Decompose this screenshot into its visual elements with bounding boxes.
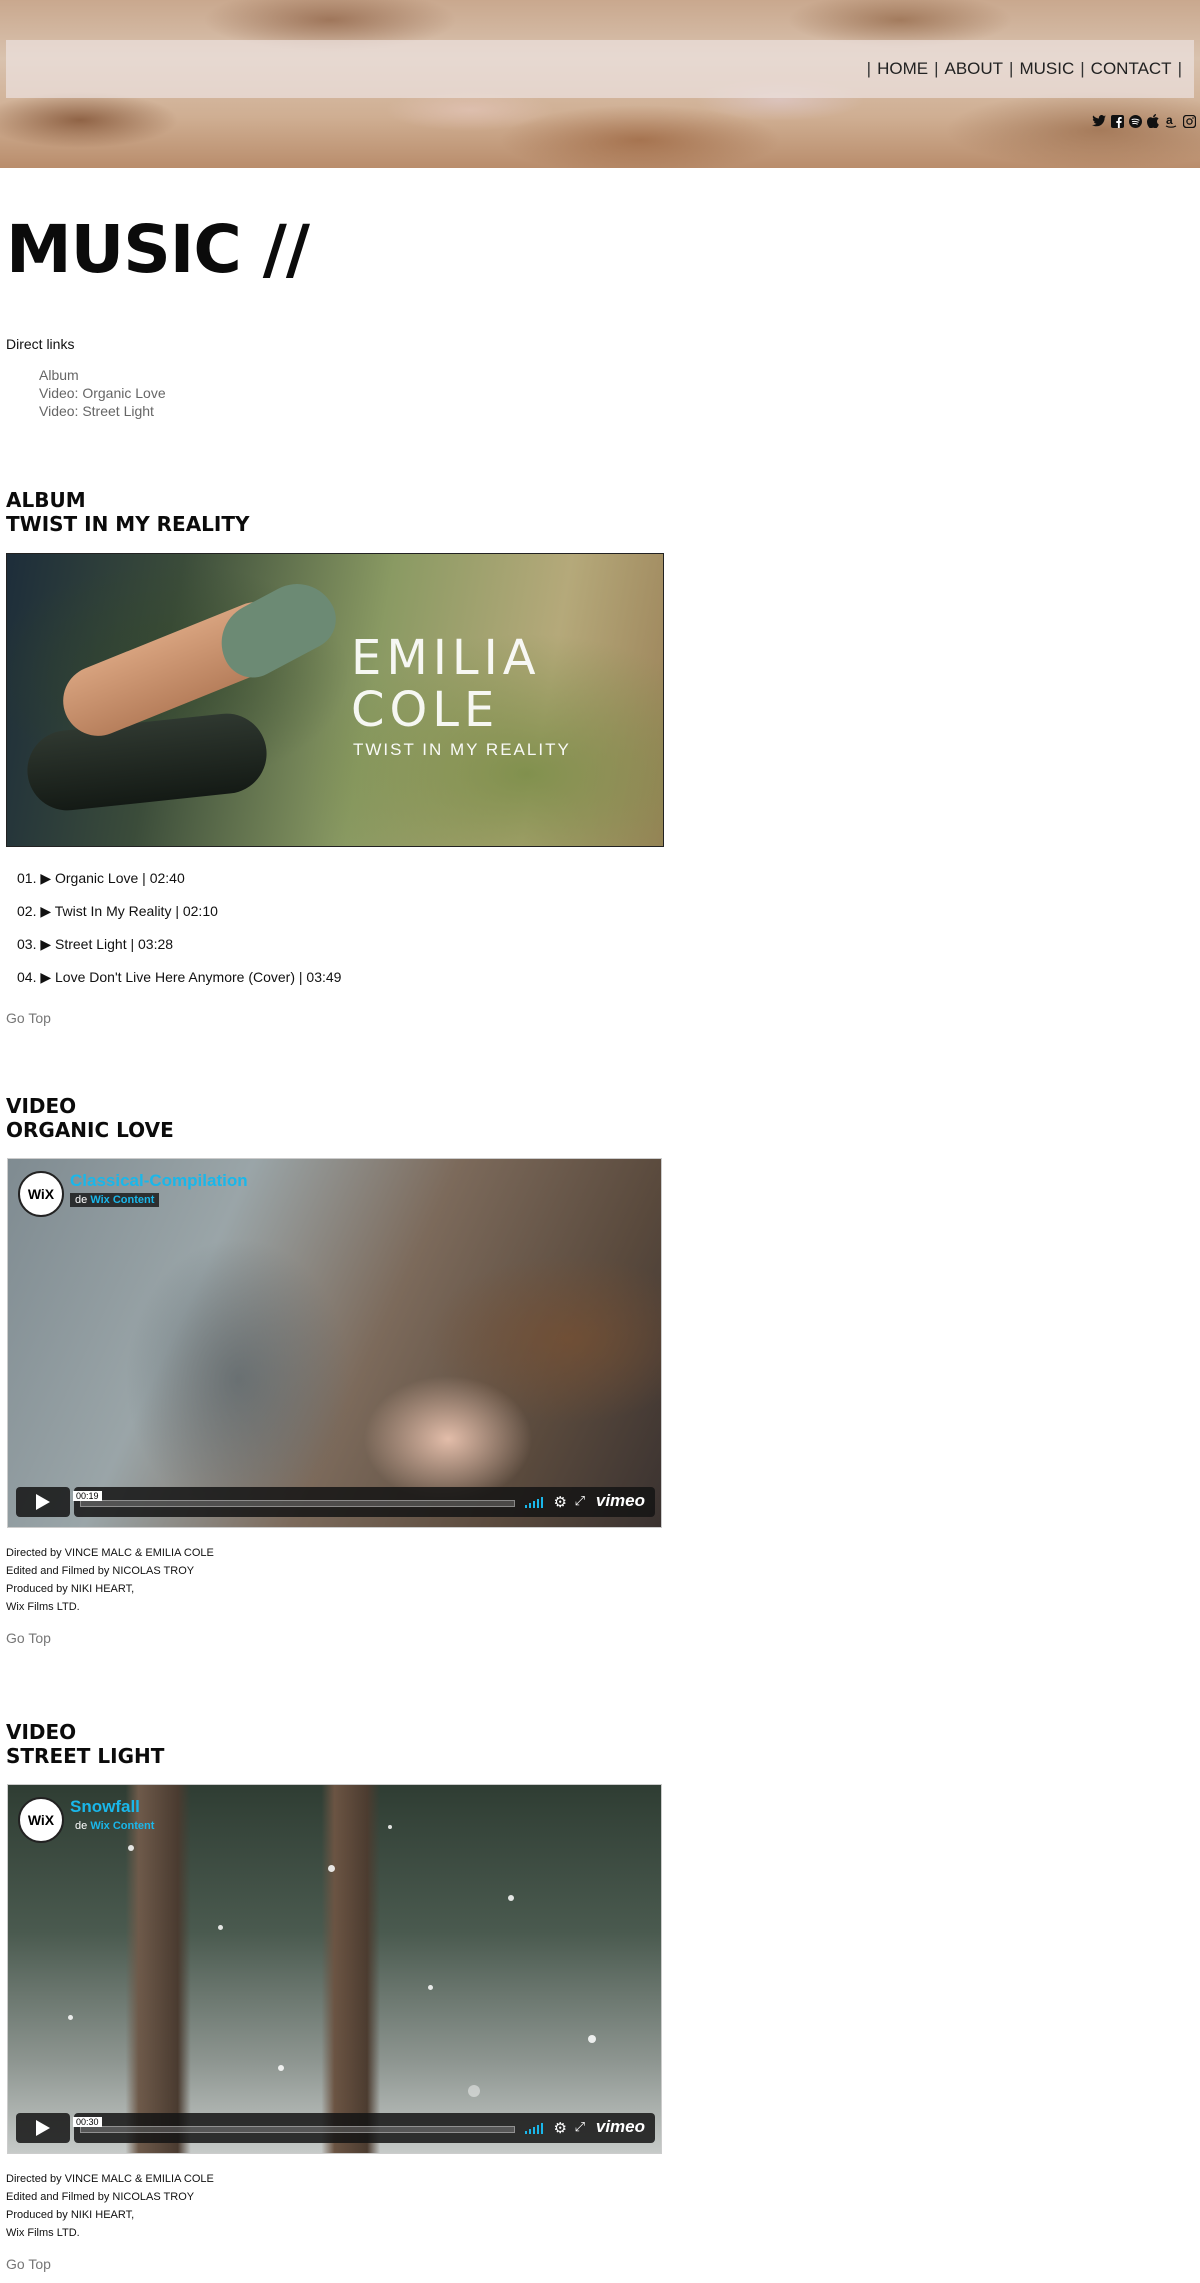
album-heading: ALBUM TWIST IN MY REALITY <box>6 488 250 536</box>
track-item[interactable]: 02. ▶ Twist In My Reality | 02:10 <box>17 903 341 936</box>
direct-links-list: Album Video: Organic Love Video: Street … <box>39 366 166 420</box>
video-byline-prefix: de <box>75 1820 88 1832</box>
video-title[interactable]: Snowfall <box>70 1797 140 1817</box>
direct-links-label: Direct links <box>6 336 75 352</box>
cover-mirror-shape <box>23 709 271 815</box>
fullscreen-icon[interactable]: ⤢ <box>575 1493 585 1509</box>
video-time: 00:19 <box>73 1491 102 1501</box>
wix-logo-badge[interactable]: WiX <box>18 1171 64 1217</box>
video-control-bar: 00:30 ⚙ ⤢ vimeo <box>73 2113 655 2143</box>
album-cover-image: EMILIA COLE TWIST IN MY REALITY <box>6 553 664 847</box>
video-player-street-light[interactable]: WiX Snowfall de Wix Content 00:30 ⚙ ⤢ vi… <box>7 1784 662 2154</box>
snowflake <box>128 1845 134 1851</box>
nav-separator: | <box>1080 59 1085 78</box>
amazon-icon[interactable]: a <box>1164 114 1178 128</box>
credit-line: Edited and Filmed by NICOLAS TROY <box>6 1565 195 1577</box>
video1-heading-label: VIDEO <box>6 1094 77 1118</box>
credit-line: Produced by NIKI HEART, <box>6 2209 135 2221</box>
apple-icon[interactable] <box>1146 114 1160 128</box>
nav-menu: | HOME | ABOUT | MUSIC | CONTACT | <box>861 40 1188 98</box>
go-top-link[interactable]: Go Top <box>6 1630 51 1646</box>
cover-artist-line2: COLE <box>351 682 500 738</box>
snowflake <box>68 2015 73 2020</box>
play-button[interactable] <box>16 1487 70 1517</box>
credit-line: Wix Films LTD. <box>6 2227 80 2239</box>
video-byline-author[interactable]: Wix Content <box>90 1820 154 1832</box>
track-item[interactable]: 01. ▶ Organic Love | 02:40 <box>17 870 341 903</box>
video2-heading-label: VIDEO <box>6 1720 77 1744</box>
snowflake <box>468 2085 480 2097</box>
go-top-link[interactable]: Go Top <box>6 2256 51 2272</box>
direct-link-album[interactable]: Album <box>39 366 166 384</box>
snowflake <box>328 1865 335 1872</box>
video1-heading: VIDEO ORGANIC LOVE <box>6 1094 174 1142</box>
snowflake <box>588 2035 596 2043</box>
credit-line: Directed by VINCE MALC & EMILIA COLE <box>6 1547 214 1559</box>
play-icon <box>36 2120 50 2136</box>
vimeo-logo[interactable]: vimeo <box>596 2117 645 2137</box>
video2-heading: VIDEO STREET LIGHT <box>6 1720 164 1768</box>
nav-item-contact[interactable]: CONTACT <box>1091 59 1172 79</box>
video-player-organic-love[interactable]: WiX Classical-Compilation de Wix Content… <box>7 1158 662 1528</box>
video-progress-bar[interactable]: 00:19 <box>73 1491 515 1507</box>
page-title: MUSIC // <box>6 211 310 288</box>
credit-line: Edited and Filmed by NICOLAS TROY <box>6 2191 195 2203</box>
play-button[interactable] <box>16 2113 70 2143</box>
nav-separator: | <box>934 59 939 78</box>
vimeo-logo[interactable]: vimeo <box>596 1491 645 1511</box>
play-icon <box>36 1494 50 1510</box>
nav-item-home[interactable]: HOME <box>877 59 928 79</box>
direct-link-organic-love[interactable]: Video: Organic Love <box>39 384 166 402</box>
video-byline-author[interactable]: Wix Content <box>90 1194 154 1206</box>
video2-credits: Directed by VINCE MALC & EMILIA COLE Edi… <box>6 2170 214 2242</box>
nav-item-about[interactable]: ABOUT <box>944 59 1003 79</box>
instagram-icon[interactable] <box>1182 114 1196 128</box>
nav-item-music[interactable]: MUSIC <box>1019 59 1074 79</box>
track-item[interactable]: 04. ▶ Love Don't Live Here Anymore (Cove… <box>17 969 341 1002</box>
snowflake <box>218 1925 223 1930</box>
facebook-icon[interactable] <box>1110 114 1124 128</box>
settings-gear-icon[interactable]: ⚙ <box>554 1493 567 1511</box>
twitter-icon[interactable] <box>1092 114 1106 128</box>
album-heading-title: TWIST IN MY REALITY <box>6 512 250 536</box>
video-control-bar: 00:19 ⚙ ⤢ vimeo <box>73 1487 655 1517</box>
video-time: 00:30 <box>73 2117 102 2127</box>
track-list: 01. ▶ Organic Love | 02:40 02. ▶ Twist I… <box>17 870 341 1002</box>
social-icons: a <box>1092 114 1196 128</box>
nav-separator: | <box>1009 59 1014 78</box>
video-byline: de Wix Content <box>70 1193 160 1207</box>
snowflake <box>508 1895 514 1901</box>
direct-link-street-light[interactable]: Video: Street Light <box>39 402 166 420</box>
volume-icon[interactable] <box>525 1496 543 1508</box>
snowflake <box>388 1825 392 1829</box>
video1-heading-title: ORGANIC LOVE <box>6 1118 174 1142</box>
fullscreen-icon[interactable]: ⤢ <box>575 2119 585 2135</box>
credit-line: Produced by NIKI HEART, <box>6 1583 135 1595</box>
cover-artist-name: EMILIA COLE <box>351 632 541 736</box>
video-byline-prefix: de <box>75 1194 88 1206</box>
video2-heading-title: STREET LIGHT <box>6 1744 165 1768</box>
header-banner: | HOME | ABOUT | MUSIC | CONTACT | a <box>0 0 1200 168</box>
video-title[interactable]: Classical-Compilation <box>70 1171 248 1191</box>
credit-line: Directed by VINCE MALC & EMILIA COLE <box>6 2173 214 2185</box>
cover-subtitle: TWIST IN MY REALITY <box>353 740 571 759</box>
top-navbar: | HOME | ABOUT | MUSIC | CONTACT | <box>6 40 1194 98</box>
video1-credits: Directed by VINCE MALC & EMILIA COLE Edi… <box>6 1544 214 1616</box>
video-progress-bar[interactable]: 00:30 <box>73 2117 515 2133</box>
spotify-icon[interactable] <box>1128 114 1142 128</box>
settings-gear-icon[interactable]: ⚙ <box>554 2119 567 2137</box>
nav-separator: | <box>1177 59 1182 78</box>
snowflake <box>428 1985 433 1990</box>
svg-text:a: a <box>1166 114 1173 127</box>
video-byline: de Wix Content <box>70 1819 159 1833</box>
track-item[interactable]: 03. ▶ Street Light | 03:28 <box>17 936 341 969</box>
go-top-link[interactable]: Go Top <box>6 1010 51 1026</box>
album-heading-label: ALBUM <box>6 488 86 512</box>
cover-artist-line1: EMILIA <box>351 630 541 686</box>
nav-separator: | <box>866 59 872 78</box>
credit-line: Wix Films LTD. <box>6 1601 80 1613</box>
snowflake <box>278 2065 284 2071</box>
wix-logo-badge[interactable]: WiX <box>18 1797 64 1843</box>
volume-icon[interactable] <box>525 2122 543 2134</box>
